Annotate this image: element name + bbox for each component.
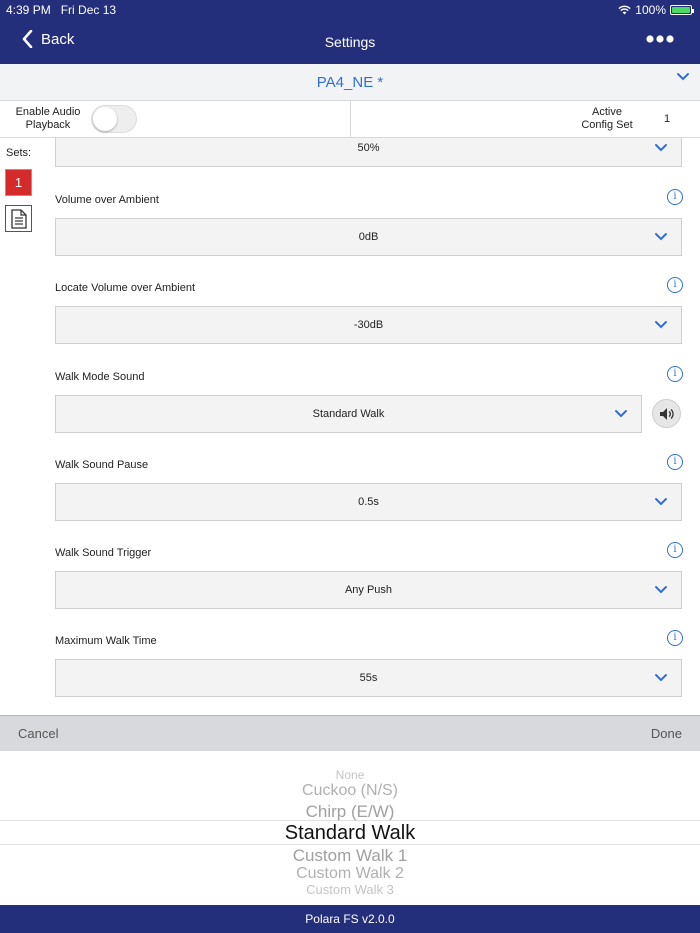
picker-option[interactable]: Cuckoo (N/S) xyxy=(0,782,700,800)
chevron-down-icon xyxy=(655,586,667,594)
play-sound-button[interactable] xyxy=(652,399,681,428)
select-walk-sound-trigger[interactable]: Any Push xyxy=(55,571,682,609)
select-locate-volume[interactable]: -30dB xyxy=(55,306,682,344)
page-title: Settings xyxy=(324,34,376,50)
active-config-label-line2: Config Set xyxy=(581,119,633,131)
chevron-down-icon xyxy=(655,498,667,506)
info-icon[interactable]: i xyxy=(667,542,683,558)
field-label-walk-sound-trigger: Walk Sound Trigger xyxy=(55,547,152,559)
field-label-locate-volume: Locate Volume over Ambient xyxy=(55,282,196,294)
enable-audio-label: Enable Audio Playback xyxy=(8,106,88,132)
chevron-down-icon xyxy=(655,321,667,329)
status-time: 4:39 PM xyxy=(6,3,51,17)
more-options-button[interactable] xyxy=(646,30,674,46)
select-volume-over-ambient[interactable]: 0dB xyxy=(55,218,682,256)
picker-option-selected[interactable]: Standard Walk xyxy=(0,822,700,845)
document-icon xyxy=(10,208,27,229)
toggle-knob xyxy=(93,107,117,131)
profile-selector[interactable]: PA4_NE * xyxy=(0,64,700,101)
info-icon[interactable]: i xyxy=(667,454,683,470)
profile-name: PA4_NE * xyxy=(316,74,384,91)
active-config-value: 1 xyxy=(664,113,671,125)
field-label-walk-mode-sound: Walk Mode Sound xyxy=(55,371,145,383)
active-config-label-line1: Active xyxy=(592,106,622,118)
info-icon[interactable]: i xyxy=(667,189,683,205)
picker-option[interactable]: Chirp (E/W) xyxy=(0,802,700,822)
chevron-down-icon xyxy=(655,674,667,682)
picker-option[interactable]: None xyxy=(0,768,700,782)
status-indicators: 100% xyxy=(618,3,694,17)
ellipsis-icon xyxy=(646,35,674,43)
speaker-icon xyxy=(659,407,674,420)
select-value: 0.5s xyxy=(358,496,379,508)
info-icon[interactable]: i xyxy=(667,630,683,646)
select-volume[interactable]: 50% xyxy=(55,138,682,167)
info-icon[interactable]: i xyxy=(667,277,683,293)
enable-audio-label-line2: Playback xyxy=(25,119,71,131)
picker-option[interactable]: Custom Walk 3 xyxy=(0,882,700,897)
select-walk-sound-pause[interactable]: 0.5s xyxy=(55,483,682,521)
chevron-down-icon xyxy=(655,233,667,241)
battery-icon xyxy=(670,5,694,15)
audio-settings-row: Enable Audio Playback Active Config Set … xyxy=(0,101,700,138)
sets-label: Sets: xyxy=(6,147,32,159)
app-version-footer: Polara FS v2.0.0 xyxy=(0,905,700,933)
select-walk-mode-sound[interactable]: Standard Walk xyxy=(55,395,642,433)
picker-option[interactable]: Custom Walk 2 xyxy=(0,865,700,883)
battery-percent: 100% xyxy=(635,3,666,17)
select-maximum-walk-time[interactable]: 55s xyxy=(55,659,682,697)
chevron-down-icon xyxy=(677,73,689,81)
config-set-1-button[interactable]: 1 xyxy=(5,169,32,196)
walk-sound-picker[interactable]: None Cuckoo (N/S) Chirp (E/W) Standard W… xyxy=(0,751,700,905)
settings-form[interactable]: 50% Volume over Ambient i 0dB Locate Vol… xyxy=(0,138,700,715)
field-label-volume-over-ambient: Volume over Ambient xyxy=(55,194,159,206)
field-label-maximum-walk-time: Maximum Walk Time xyxy=(55,635,157,647)
enable-audio-label-line1: Enable Audio xyxy=(15,106,81,118)
info-icon[interactable]: i xyxy=(667,366,683,382)
select-value: Standard Walk xyxy=(312,408,385,420)
select-value: Any Push xyxy=(344,584,393,596)
active-config-label: Active Config Set xyxy=(572,106,642,132)
document-button[interactable] xyxy=(5,205,32,232)
battery-fill xyxy=(672,7,690,13)
wifi-icon xyxy=(618,5,631,15)
navigation-bar: 4:39 PM Fri Dec 13 100% Back Settings xyxy=(0,0,700,64)
picker-option[interactable]: Custom Walk 1 xyxy=(0,846,700,866)
picker-cancel-button[interactable]: Cancel xyxy=(18,726,58,741)
chevron-down-icon xyxy=(615,410,627,418)
picker-done-button[interactable]: Done xyxy=(651,726,682,741)
select-value: 0dB xyxy=(358,231,379,243)
picker-toolbar: Cancel Done xyxy=(0,715,700,751)
select-value: 50% xyxy=(357,142,380,154)
status-date: Fri Dec 13 xyxy=(60,3,117,17)
chevron-down-icon xyxy=(655,144,667,152)
enable-audio-toggle[interactable] xyxy=(91,105,137,133)
field-label-walk-sound-pause: Walk Sound Pause xyxy=(55,459,149,471)
divider xyxy=(350,101,351,138)
status-time-date: 4:39 PM Fri Dec 13 xyxy=(6,3,116,17)
select-value: -30dB xyxy=(353,319,384,331)
select-value: 55s xyxy=(359,672,378,684)
